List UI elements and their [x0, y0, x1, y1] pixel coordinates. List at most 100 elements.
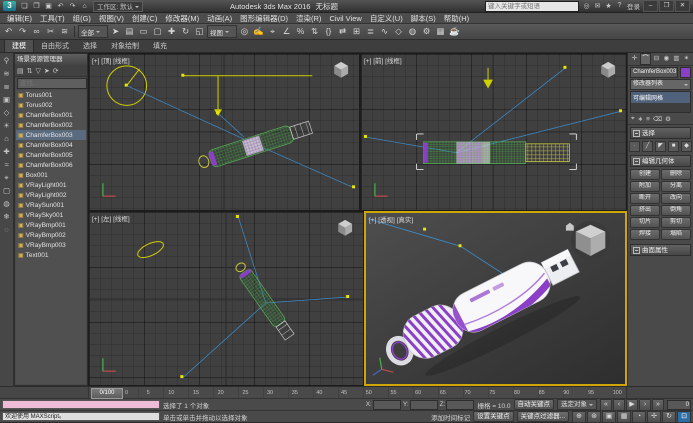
pin-stack-icon[interactable]: ⌖: [631, 115, 635, 123]
snap-toggle-icon[interactable]: ⌖: [266, 25, 279, 38]
rollout-edit-geometry[interactable]: 编辑几何体: [630, 155, 691, 167]
previous-frame-icon[interactable]: ‹: [613, 399, 625, 411]
edit-geometry-button[interactable]: 附加: [630, 181, 660, 192]
se-geometry-filter-icon[interactable]: ▣: [1, 94, 13, 105]
scene-object-row[interactable]: ▣ ChamferBox005: [16, 150, 86, 160]
scene-object-row[interactable]: ▣ VRayBmp003: [16, 240, 86, 250]
redo-icon[interactable]: ↷: [16, 25, 29, 38]
menu-item[interactable]: 图形编辑器(D): [236, 13, 292, 24]
render-icon[interactable]: ☕: [448, 25, 461, 38]
modify-tab[interactable]: ⌒: [640, 53, 651, 65]
minimize-button[interactable]: –: [643, 0, 658, 12]
menu-item[interactable]: 脚本(S): [407, 13, 440, 24]
scene-object-row[interactable]: ▣ Torus002: [16, 100, 86, 110]
edit-geometry-button[interactable]: 挤出: [630, 205, 660, 216]
scene-object-row[interactable]: ▣ ChamferBox006: [16, 160, 86, 170]
angle-snap-icon[interactable]: ∠: [280, 25, 293, 38]
viewport-label-left[interactable]: [+] [左] [线框]: [92, 213, 130, 223]
mirror-icon[interactable]: ⇄: [336, 25, 349, 38]
viewport-canvas-top[interactable]: [89, 54, 359, 210]
communication-center-icon[interactable]: ✉: [593, 2, 602, 10]
orbit-icon[interactable]: ↻: [662, 411, 676, 423]
redo-icon[interactable]: ↷: [67, 1, 78, 12]
selection-filter-dropdown[interactable]: 全部: [78, 25, 108, 38]
coordinate-field[interactable]: [446, 400, 474, 410]
polygon-mode-icon[interactable]: ■: [668, 141, 679, 152]
scene-object-row[interactable]: ▣ ChamferBox004: [16, 140, 86, 150]
edge-mode-icon[interactable]: ╱: [642, 141, 653, 152]
bind-to-space-warp-icon[interactable]: ≋: [58, 25, 71, 38]
unlink-selection-icon[interactable]: ✂: [44, 25, 57, 38]
utilities-tab[interactable]: ✶: [682, 54, 691, 64]
menu-item[interactable]: 帮助(H): [440, 13, 473, 24]
motion-tab[interactable]: ◉: [662, 54, 671, 64]
zoom-all-icon[interactable]: ⊛: [587, 411, 601, 423]
edit-geometry-button[interactable]: 改向: [661, 193, 691, 204]
selected-objects-dropdown[interactable]: 选定对象: [557, 399, 597, 410]
menu-item[interactable]: 组(G): [69, 13, 95, 24]
edit-geometry-button[interactable]: 焊接: [630, 229, 660, 240]
se-find-icon[interactable]: ⚲: [1, 55, 13, 66]
show-end-result-icon[interactable]: ∗: [638, 115, 643, 123]
maxscript-mini-listener-macro[interactable]: [2, 400, 160, 409]
se-select-icon[interactable]: ➤: [44, 67, 50, 75]
auto-key-button[interactable]: 自动关键点: [514, 399, 555, 410]
menu-item[interactable]: 工具(T): [36, 13, 69, 24]
se-materials-filter-icon[interactable]: ◍: [1, 198, 13, 209]
menu-item[interactable]: Civil View: [325, 13, 365, 24]
vertex-mode-icon[interactable]: ∙: [629, 141, 640, 152]
set-key-button[interactable]: 设置关键点: [473, 411, 514, 422]
save-file-icon[interactable]: ▣: [43, 1, 54, 12]
make-unique-icon[interactable]: ≡: [646, 116, 650, 123]
menu-item[interactable]: 动画(A): [203, 13, 236, 24]
viewport-label-perspective[interactable]: [+] [透视] [真实]: [369, 214, 413, 224]
edit-geometry-button[interactable]: 切片: [630, 217, 660, 228]
scene-object-row[interactable]: ▣ ChamferBox002: [16, 120, 86, 130]
coordinate-field[interactable]: [410, 400, 438, 410]
maximize-button[interactable]: ❐: [659, 0, 674, 12]
se-menu-icon[interactable]: ▤: [17, 67, 24, 75]
layer-manager-icon[interactable]: ≣: [364, 25, 377, 38]
se-frozen-filter-icon[interactable]: ❄: [1, 211, 13, 222]
menu-item[interactable]: 创建(C): [128, 13, 161, 24]
element-mode-icon[interactable]: ◆: [681, 141, 692, 152]
app-logo-icon[interactable]: 3: [3, 1, 16, 11]
scene-object-row[interactable]: ▣ Torus001: [16, 90, 86, 100]
add-time-tag[interactable]: 添加时间标记: [431, 412, 470, 422]
viewport-top[interactable]: [+] [顶] [线框]: [88, 53, 360, 211]
viewport-perspective[interactable]: [+] [透视] [真实]: [364, 211, 627, 386]
se-layers-icon[interactable]: ≣: [1, 81, 13, 92]
object-name-field[interactable]: ChamferBox003: [630, 67, 678, 78]
curve-editor-icon[interactable]: ∿: [378, 25, 391, 38]
viewport-left[interactable]: [+] [左] [线框]: [88, 211, 364, 386]
menu-item[interactable]: 修改器(M): [161, 13, 203, 24]
scene-object-row[interactable]: ▣ VRayBmp002: [16, 230, 86, 240]
viewport-canvas-front[interactable]: [361, 54, 626, 210]
scene-object-row[interactable]: ▣ Box001: [16, 170, 86, 180]
ribbon-tab[interactable]: 对象绘制: [104, 40, 146, 52]
scene-object-row[interactable]: ▣ VRaySky001: [16, 210, 86, 220]
menu-item[interactable]: 视图(V): [95, 13, 128, 24]
go-to-end-icon[interactable]: »: [652, 399, 664, 411]
se-spacewarps-filter-icon[interactable]: ≈: [1, 159, 13, 170]
reference-coordinate-dropdown[interactable]: 视图: [207, 25, 237, 38]
se-bones-filter-icon[interactable]: ⌖: [1, 172, 13, 183]
select-by-name-icon[interactable]: ▤: [123, 25, 136, 38]
named-selection-sets-icon[interactable]: {}: [322, 25, 335, 38]
rendered-frame-icon[interactable]: ▦: [434, 25, 447, 38]
new-file-icon[interactable]: ❏: [19, 1, 30, 12]
favorites-icon[interactable]: ★: [604, 2, 613, 10]
se-filter-icon[interactable]: ▽: [36, 67, 41, 75]
field-of-view-icon[interactable]: ◔: [632, 411, 646, 423]
se-helpers-filter-icon[interactable]: ✚: [1, 146, 13, 157]
spinner-snap-icon[interactable]: ⇅: [308, 25, 321, 38]
edit-geometry-button[interactable]: 倒角: [661, 205, 691, 216]
undo-icon[interactable]: ↶: [2, 25, 15, 38]
se-shapes-filter-icon[interactable]: ◇: [1, 107, 13, 118]
se-cameras-filter-icon[interactable]: ⌂: [1, 133, 13, 144]
menu-item[interactable]: 渲染(R): [292, 13, 325, 24]
se-display-hierarchy-icon[interactable]: ≋: [1, 68, 13, 79]
coordinate-field[interactable]: [373, 400, 401, 410]
create-tab[interactable]: ✛: [630, 54, 639, 64]
open-file-icon[interactable]: ❐: [31, 1, 42, 12]
